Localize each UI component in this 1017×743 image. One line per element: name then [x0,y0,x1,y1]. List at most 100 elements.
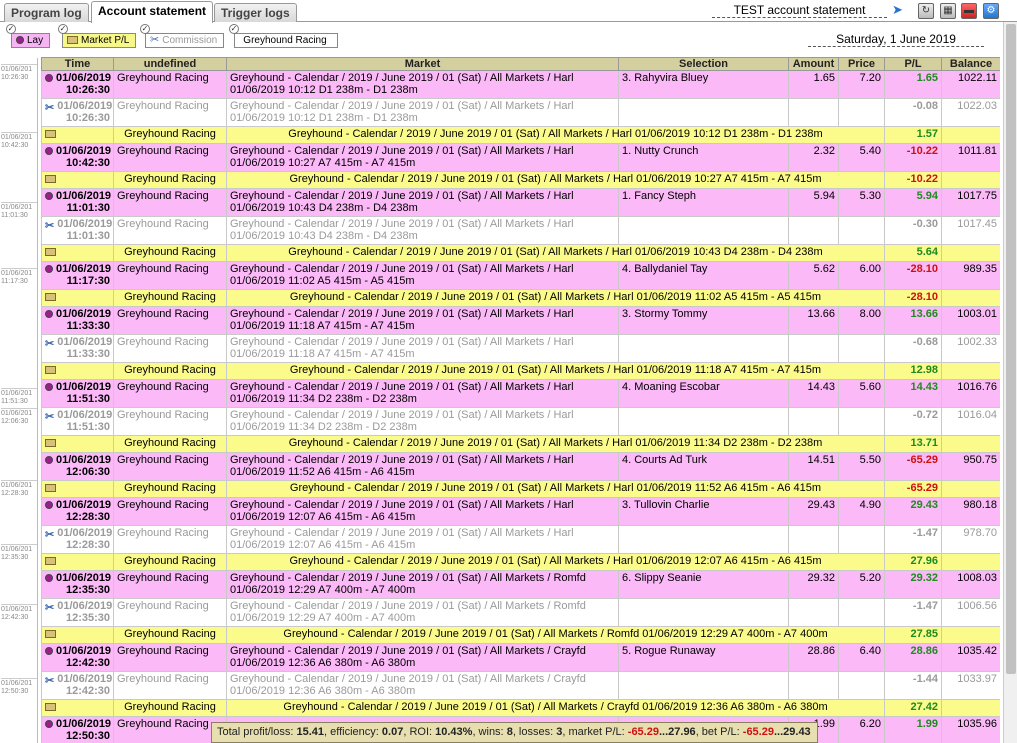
col-amount-header[interactable]: Amount [788,57,839,71]
col-market-header[interactable]: Market [226,57,619,71]
pl-cell: 1.65 [884,70,942,99]
market-cell: Greyhound - Calendar / 2019 / June 2019 … [226,188,619,217]
bet-row[interactable]: 01/06/2019 12:35:30 Greyhound Racing Greyho… [41,570,1000,599]
col-selection-header[interactable]: Selection [618,57,789,71]
lay-filter-button[interactable]: Lay [11,33,51,48]
clear-icon[interactable]: ▬ [961,3,977,19]
col-balance-header[interactable]: Balance [941,57,1000,71]
selection-cell: 6. Slippy Seanie [618,570,789,599]
market-row-icon-cell [41,362,114,380]
balance-cell [941,553,1000,571]
time-cell: ✂ 01/06/2019 12:42:30 [41,671,114,700]
pl-cell: 12.98 [884,362,942,380]
commission-row[interactable]: ✂ 01/06/2019 11:01:30 Greyhound Racing Greyh… [41,216,1000,245]
date-text: 01/06/2019 [57,218,113,230]
market-summary-row[interactable]: Greyhound Racing Greyhound - Calendar / 2… [41,244,1000,262]
statement-title[interactable]: TEST account statement [712,4,887,18]
commission-row[interactable]: ✂ 01/06/2019 11:51:30 Greyhound Racing Greyh… [41,407,1000,436]
tab-program-log[interactable]: Program log [4,3,89,22]
pl-cell: -0.72 [884,407,942,436]
market-pl-check-icon[interactable]: ✓ [58,24,68,34]
pl-cell: 13.71 [884,435,942,453]
commission-row[interactable]: ✂ 01/06/2019 11:33:30 Greyhound Racing Greyh… [41,334,1000,363]
commission-filter-button[interactable]: ✂ Commission [145,33,225,48]
commission-row[interactable]: ✂ 01/06/2019 12:35:30 Greyhound Racing Greyh… [41,598,1000,627]
market-line-2: 01/06/2019 10:43 D4 238m - D4 238m [230,202,418,214]
market-summary-row[interactable]: Greyhound Racing Greyhound - Calendar / 2… [41,699,1000,717]
market-summary-row[interactable]: Greyhound Racing Greyhound - Calendar / 2… [41,171,1000,189]
settings-icon[interactable]: ⚙ [983,3,999,19]
market-cell: Greyhound - Calendar / 2019 / June 2019 … [226,98,619,127]
time-gutter: 01/06/201 10:26:30 01/06/201 10:42:30 01/0… [0,58,38,743]
vertical-scrollbar[interactable] [1003,22,1017,743]
date-text: 01/06/2019 [56,572,112,584]
tab-account-statement[interactable]: Account statement [91,1,214,23]
pl-cell: 5.94 [884,188,942,217]
scrollbar-thumb[interactable] [1006,24,1016,674]
market-summary-row[interactable]: Greyhound Racing Greyhound - Calendar / 2… [41,435,1000,453]
selection-cell [618,407,789,436]
sport-cell: Greyhound Racing [113,70,227,99]
market-line-2: 01/06/2019 10:43 D4 238m - D4 238m [230,230,418,242]
refresh-icon[interactable]: ↻ [918,3,934,19]
amount-cell [788,671,839,700]
bet-row[interactable]: 01/06/2019 12:28:30 Greyhound Racing Greyho… [41,497,1000,526]
selection-cell [618,671,789,700]
date-text: 01/06/2019 [56,263,112,275]
money-icon [45,703,56,712]
market-cell: Greyhound - Calendar / 2019 / June 2019 … [226,171,885,189]
market-pl-filter-button[interactable]: Market P/L [62,33,137,48]
col-sport-header[interactable]: undefined [113,57,227,71]
market-cell: Greyhound - Calendar / 2019 / June 2019 … [226,699,885,717]
price-cell: 6.20 [838,716,885,743]
sport-check-icon[interactable]: ✓ [229,24,239,34]
bet-row[interactable]: 01/06/2019 11:17:30 Greyhound Racing Greyho… [41,261,1000,290]
next-arrow-icon[interactable]: ➤ [892,2,903,18]
sport-cell: Greyhound Racing [113,126,227,144]
col-time-header[interactable]: Time [41,57,114,71]
date-text: 01/06/2019 [56,381,112,393]
sport-cell: Greyhound Racing [113,570,227,599]
market-cell: Greyhound - Calendar / 2019 / June 2019 … [226,570,619,599]
market-line-1: Greyhound - Calendar / 2019 / June 2019 … [230,336,574,348]
bet-row[interactable]: 01/06/2019 11:33:30 Greyhound Racing Greyho… [41,306,1000,335]
sport-cell: Greyhound Racing [113,244,227,262]
market-summary-row[interactable]: Greyhound Racing Greyhound - Calendar / 2… [41,126,1000,144]
sport-cell: Greyhound Racing [113,626,227,644]
time-text: 11:33:30 [66,320,110,332]
col-price-header[interactable]: Price [838,57,885,71]
market-cell: Greyhound - Calendar / 2019 / June 2019 … [226,480,885,498]
market-summary-row[interactable]: Greyhound Racing Greyhound - Calendar / 2… [41,480,1000,498]
market-summary-row[interactable]: Greyhound Racing Greyhound - Calendar / 2… [41,362,1000,380]
roi-value: 10.43% [435,726,473,738]
lay-filter-check-icon[interactable]: ✓ [6,24,16,34]
save-icon[interactable]: ▦ [940,3,956,19]
sport-filter-button[interactable]: Greyhound Racing [234,33,338,48]
time-text: 10:26:30 [65,84,110,96]
pl-cell: 28.86 [884,643,942,672]
bet-row[interactable]: 01/06/2019 12:42:30 Greyhound Racing Greyho… [41,643,1000,672]
amount-cell [788,98,839,127]
col-pl-header[interactable]: P/L [884,57,942,71]
table-header-row: Time undefined Market Selection Amount P… [41,57,1000,71]
market-summary-row[interactable]: Greyhound Racing Greyhound - Calendar / 2… [41,553,1000,571]
market-row-icon-cell [41,626,114,644]
commission-check-icon[interactable]: ✓ [140,24,150,34]
bet-row[interactable]: 01/06/2019 10:42:30 Greyhound Racing Greyho… [41,143,1000,172]
bet-row[interactable]: 01/06/2019 10:26:30 Greyhound Racing Greyho… [41,70,1000,99]
tab-trigger-logs[interactable]: Trigger logs [214,3,297,22]
commission-row[interactable]: ✂ 01/06/2019 12:42:30 Greyhound Racing Greyh… [41,671,1000,700]
commission-row[interactable]: ✂ 01/06/2019 12:28:30 Greyhound Racing Greyh… [41,525,1000,554]
commission-row[interactable]: ✂ 01/06/2019 10:26:30 Greyhound Racing Greyh… [41,98,1000,127]
bet-row[interactable]: 01/06/2019 11:51:30 Greyhound Racing Greyho… [41,379,1000,408]
bet-row[interactable]: 01/06/2019 11:01:30 Greyhound Racing Greyho… [41,188,1000,217]
date-selector[interactable]: Saturday, 1 June 2019 [808,32,984,47]
market-line-1: Greyhound - Calendar / 2019 / June 2019 … [230,263,574,275]
sport-cell: Greyhound Racing [113,643,227,672]
market-summary-row[interactable]: Greyhound Racing Greyhound - Calendar / 2… [41,626,1000,644]
date-text: 01/06/2019 [56,190,112,202]
price-cell [838,98,885,127]
pl-cell: -0.08 [884,98,942,127]
market-summary-row[interactable]: Greyhound Racing Greyhound - Calendar / 2… [41,289,1000,307]
bet-row[interactable]: 01/06/2019 12:06:30 Greyhound Racing Greyho… [41,452,1000,481]
